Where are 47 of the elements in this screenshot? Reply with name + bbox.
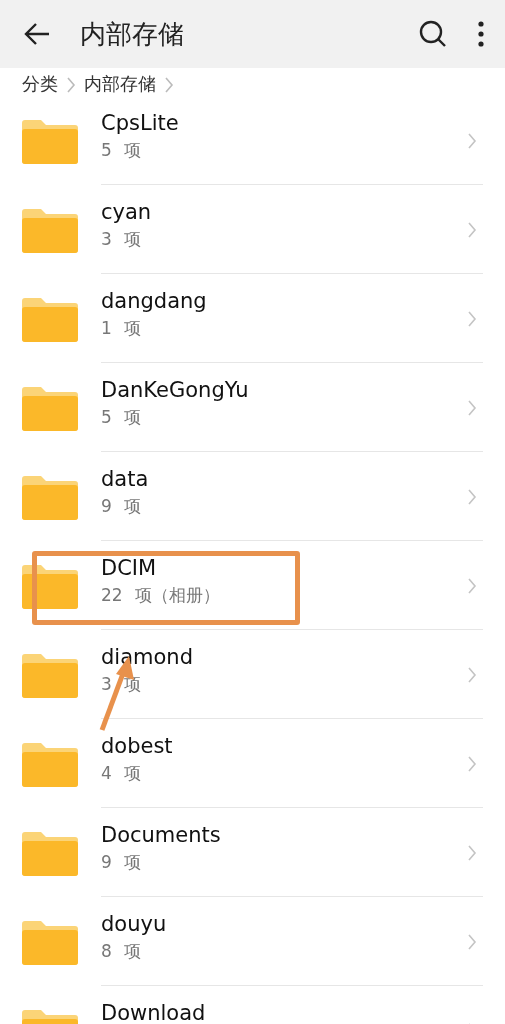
- breadcrumb-item[interactable]: 分类: [22, 72, 58, 96]
- item-count: 3 项: [101, 228, 142, 251]
- chevron-icon[interactable]: [467, 132, 477, 150]
- item-count: 9 项: [101, 851, 142, 874]
- folder-name: data: [101, 467, 149, 491]
- folder-name: dobest: [101, 734, 173, 758]
- folder-icon: [22, 918, 78, 965]
- search-icon[interactable]: [419, 20, 447, 48]
- folder-name: DanKeGongYu: [101, 378, 249, 402]
- folder-name: CpsLite: [101, 111, 179, 135]
- chevron-icon[interactable]: [467, 844, 477, 862]
- folder-icon: [22, 829, 78, 876]
- item-count: 1 项: [101, 317, 142, 340]
- item-count: 22 项（相册）: [101, 584, 221, 607]
- item-count: 4 项: [101, 762, 142, 785]
- item-count: 3 项: [101, 673, 142, 696]
- item-count: 5 项: [101, 406, 142, 429]
- breadcrumb-item[interactable]: 内部存储: [84, 72, 156, 96]
- folder-icon: [22, 740, 78, 787]
- chevron-icon[interactable]: [467, 399, 477, 417]
- page-title: 内部存储: [80, 17, 185, 51]
- folder-icon: [22, 206, 78, 253]
- chevron-icon: [164, 76, 174, 94]
- chevron-icon[interactable]: [467, 666, 477, 684]
- folder-name: diamond: [101, 645, 193, 669]
- folder-name: DCIM: [101, 556, 157, 580]
- item-count: 5 项: [101, 139, 142, 162]
- folder-icon: [22, 295, 78, 342]
- chevron-icon[interactable]: [467, 310, 477, 328]
- more-icon[interactable]: [477, 20, 485, 48]
- folder-name: douyu: [101, 912, 167, 936]
- folder-name: Download: [101, 1001, 206, 1024]
- chevron-icon[interactable]: [467, 577, 477, 595]
- folder-name: dangdang: [101, 289, 207, 313]
- folder-name: cyan: [101, 200, 152, 224]
- chevron-icon[interactable]: [467, 755, 477, 773]
- folder-icon: [22, 384, 78, 431]
- chevron-icon[interactable]: [467, 488, 477, 506]
- chevron-icon[interactable]: [467, 221, 477, 239]
- item-count: 8 项: [101, 940, 142, 963]
- folder-icon: [22, 117, 78, 164]
- folder-icon: [22, 473, 78, 520]
- folder-name: Documents: [101, 823, 221, 847]
- chevron-icon: [66, 76, 76, 94]
- chevron-icon[interactable]: [467, 933, 477, 951]
- folder-icon: [22, 651, 78, 698]
- item-count: 9 项: [101, 495, 142, 518]
